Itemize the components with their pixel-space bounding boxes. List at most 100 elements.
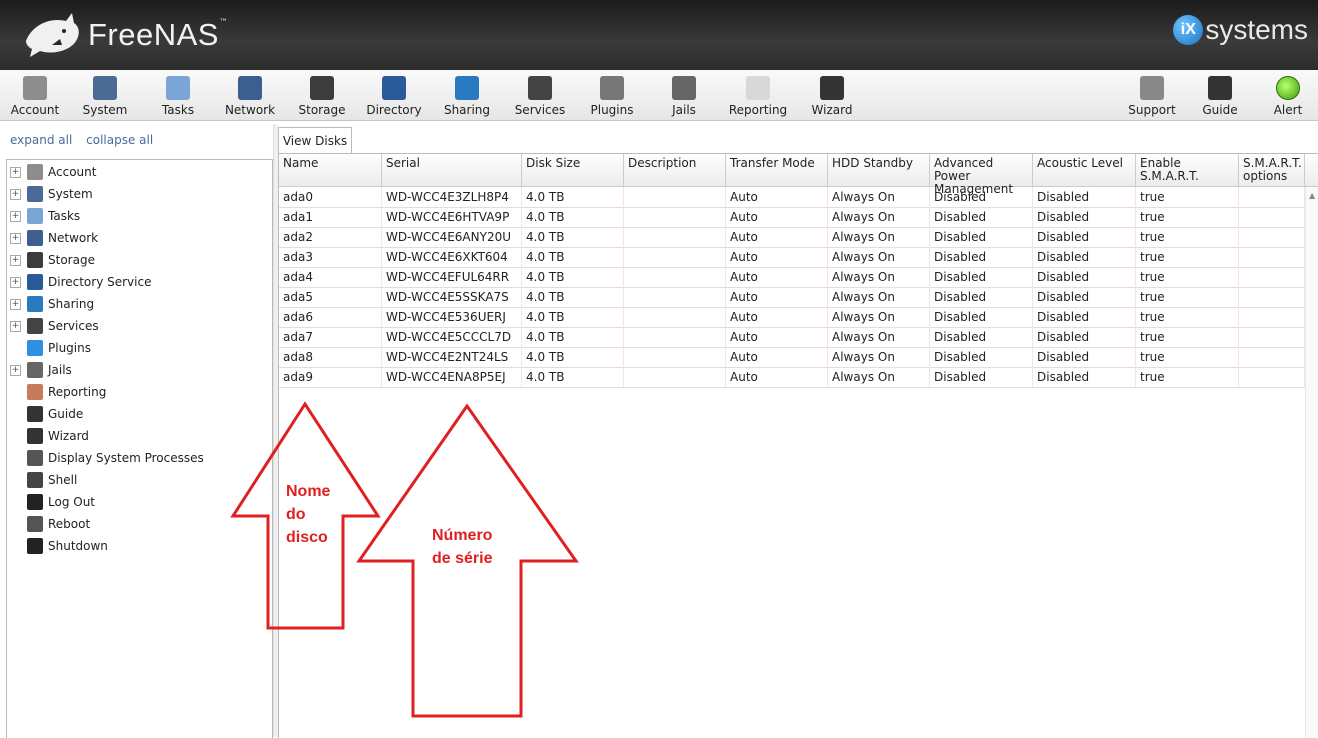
guide-icon bbox=[27, 406, 43, 422]
reporting-icon bbox=[746, 76, 770, 100]
table-cell bbox=[1239, 307, 1305, 327]
column-header[interactable]: Advanced Power Management bbox=[930, 154, 1033, 196]
toolbar-wizard[interactable]: Wizard bbox=[797, 74, 867, 117]
table-cell bbox=[624, 287, 726, 307]
collapse-all-link[interactable]: collapse all bbox=[86, 133, 153, 147]
table-cell: ada4 bbox=[279, 267, 382, 287]
table-row[interactable]: ada4 WD-WCC4EFUL64RR 4.0 TB Auto Always On Di… bbox=[279, 267, 1305, 288]
ixsystems-logo[interactable]: iX systems bbox=[1173, 14, 1308, 46]
tree-item-system[interactable]: + System bbox=[7, 183, 93, 205]
table-cell bbox=[1239, 227, 1305, 247]
table-row[interactable]: ada1 WD-WCC4E6HTVA9P 4.0 TB Auto Always On Di… bbox=[279, 207, 1305, 228]
tree-item-label: Sharing bbox=[48, 297, 95, 311]
expand-icon[interactable]: + bbox=[10, 276, 21, 288]
table-row[interactable]: ada6 WD-WCC4E536UERJ 4.0 TB Auto Always On Di… bbox=[279, 307, 1305, 328]
expand-all-link[interactable]: expand all bbox=[10, 133, 72, 147]
column-header[interactable]: S.M.A.R.T. options bbox=[1239, 154, 1305, 186]
table-cell: 4.0 TB bbox=[522, 247, 624, 267]
table-row[interactable]: ada2 WD-WCC4E6ANY20U 4.0 TB Auto Always On Di… bbox=[279, 227, 1305, 248]
tree-item-network[interactable]: + Network bbox=[7, 227, 98, 249]
table-row[interactable]: ada3 WD-WCC4E6XKT604 4.0 TB Auto Always On Di… bbox=[279, 247, 1305, 268]
table-cell: true bbox=[1136, 327, 1239, 347]
table-row[interactable]: ada0 WD-WCC4E3ZLH8P4 4.0 TB Auto Always On Di… bbox=[279, 187, 1305, 208]
toolbar-reporting[interactable]: Reporting bbox=[723, 74, 793, 117]
toolbar-system[interactable]: System bbox=[70, 74, 140, 117]
toolbar-network[interactable]: Network bbox=[215, 74, 285, 117]
expand-icon[interactable]: + bbox=[10, 210, 21, 222]
column-header[interactable]: Acoustic Level bbox=[1033, 154, 1136, 186]
tab-view-disks[interactable]: View Disks bbox=[278, 127, 352, 153]
table-cell bbox=[624, 347, 726, 367]
table-cell: ada3 bbox=[279, 247, 382, 267]
table-cell bbox=[1239, 267, 1305, 287]
table-cell: Auto bbox=[726, 247, 828, 267]
tree-item-plugins[interactable]: Plugins bbox=[7, 337, 91, 359]
toolbar-services[interactable]: Services bbox=[505, 74, 575, 117]
column-header[interactable]: Description bbox=[624, 154, 726, 186]
tree-item-log-out[interactable]: Log Out bbox=[7, 491, 95, 513]
scroll-up-icon[interactable]: ▲ bbox=[1309, 191, 1315, 200]
ix-mark: iX bbox=[1173, 15, 1204, 45]
column-header[interactable]: Transfer Mode bbox=[726, 154, 828, 186]
expand-icon[interactable]: + bbox=[10, 320, 21, 332]
toolbar-jails[interactable]: Jails bbox=[649, 74, 719, 117]
toolbar-account[interactable]: Account bbox=[0, 74, 70, 117]
freenas-logo[interactable]: FreeNAS ™ bbox=[22, 10, 228, 60]
toolbar-storage[interactable]: Storage bbox=[287, 74, 357, 117]
column-header[interactable]: Enable S.M.A.R.T. bbox=[1136, 154, 1239, 186]
toolbar-directory[interactable]: Directory bbox=[359, 74, 429, 117]
table-cell: Always On bbox=[828, 347, 930, 367]
expand-icon[interactable]: + bbox=[10, 232, 21, 244]
system-icon bbox=[93, 76, 117, 100]
table-cell: Disabled bbox=[930, 207, 1033, 227]
tree-item-label: System bbox=[48, 187, 93, 201]
toolbar-support[interactable]: Support bbox=[1117, 74, 1187, 117]
toolbar-guide[interactable]: Guide bbox=[1185, 74, 1255, 117]
table-row[interactable]: ada5 WD-WCC4E5SSKA7S 4.0 TB Auto Always On Di… bbox=[279, 287, 1305, 308]
tree-item-shutdown[interactable]: Shutdown bbox=[7, 535, 108, 557]
table-cell: Auto bbox=[726, 227, 828, 247]
tree-item-storage[interactable]: + Storage bbox=[7, 249, 95, 271]
table-cell bbox=[624, 327, 726, 347]
tree-item-directory-service[interactable]: + Directory Service bbox=[7, 271, 151, 293]
column-header[interactable]: Name bbox=[279, 154, 382, 186]
tree-item-tasks[interactable]: + Tasks bbox=[7, 205, 80, 227]
shutdown-icon bbox=[27, 538, 43, 554]
tree-item-display-system-processes[interactable]: Display System Processes bbox=[7, 447, 204, 469]
table-row[interactable]: ada9 WD-WCC4ENA8P5EJ 4.0 TB Auto Always On Di… bbox=[279, 367, 1305, 388]
toolbar-sharing[interactable]: Sharing bbox=[432, 74, 502, 117]
table-cell: Disabled bbox=[930, 227, 1033, 247]
toolbar-tasks[interactable]: Tasks bbox=[143, 74, 213, 117]
tree-item-shell[interactable]: Shell bbox=[7, 469, 77, 491]
column-header[interactable]: HDD Standby bbox=[828, 154, 930, 186]
table-row[interactable]: ada8 WD-WCC4E2NT24LS 4.0 TB Auto Always On Di… bbox=[279, 347, 1305, 368]
table-cell: Disabled bbox=[930, 307, 1033, 327]
tree-item-account[interactable]: + Account bbox=[7, 161, 96, 183]
expand-icon[interactable]: + bbox=[10, 364, 21, 376]
column-header[interactable]: Disk Size bbox=[522, 154, 624, 186]
toolbar-label: Jails bbox=[672, 103, 696, 117]
tree-item-wizard[interactable]: Wizard bbox=[7, 425, 89, 447]
tree-item-guide[interactable]: Guide bbox=[7, 403, 83, 425]
expand-icon[interactable]: + bbox=[10, 254, 21, 266]
column-header[interactable]: Serial bbox=[382, 154, 522, 186]
table-cell: 4.0 TB bbox=[522, 367, 624, 387]
tree-item-reporting[interactable]: Reporting bbox=[7, 381, 106, 403]
table-cell: Disabled bbox=[1033, 307, 1136, 327]
toolbar-plugins[interactable]: Plugins bbox=[577, 74, 647, 117]
toolbar-alert[interactable]: Alert bbox=[1253, 74, 1318, 117]
table-row[interactable]: ada7 WD-WCC4E5CCCL7D 4.0 TB Auto Always On Di… bbox=[279, 327, 1305, 348]
tree-item-sharing[interactable]: + Sharing bbox=[7, 293, 94, 315]
expand-icon[interactable]: + bbox=[10, 166, 21, 178]
table-cell: ada2 bbox=[279, 227, 382, 247]
expand-icon[interactable]: + bbox=[10, 298, 21, 310]
alert-icon bbox=[1276, 76, 1300, 100]
vertical-scrollbar[interactable]: ▲ bbox=[1305, 187, 1318, 738]
toolbar-label: Support bbox=[1128, 103, 1176, 117]
tree-item-jails[interactable]: + Jails bbox=[7, 359, 72, 381]
expand-icon[interactable]: + bbox=[10, 188, 21, 200]
processes-icon bbox=[27, 450, 43, 466]
reboot-icon bbox=[27, 516, 43, 532]
tree-item-services[interactable]: + Services bbox=[7, 315, 99, 337]
tree-item-reboot[interactable]: Reboot bbox=[7, 513, 90, 535]
